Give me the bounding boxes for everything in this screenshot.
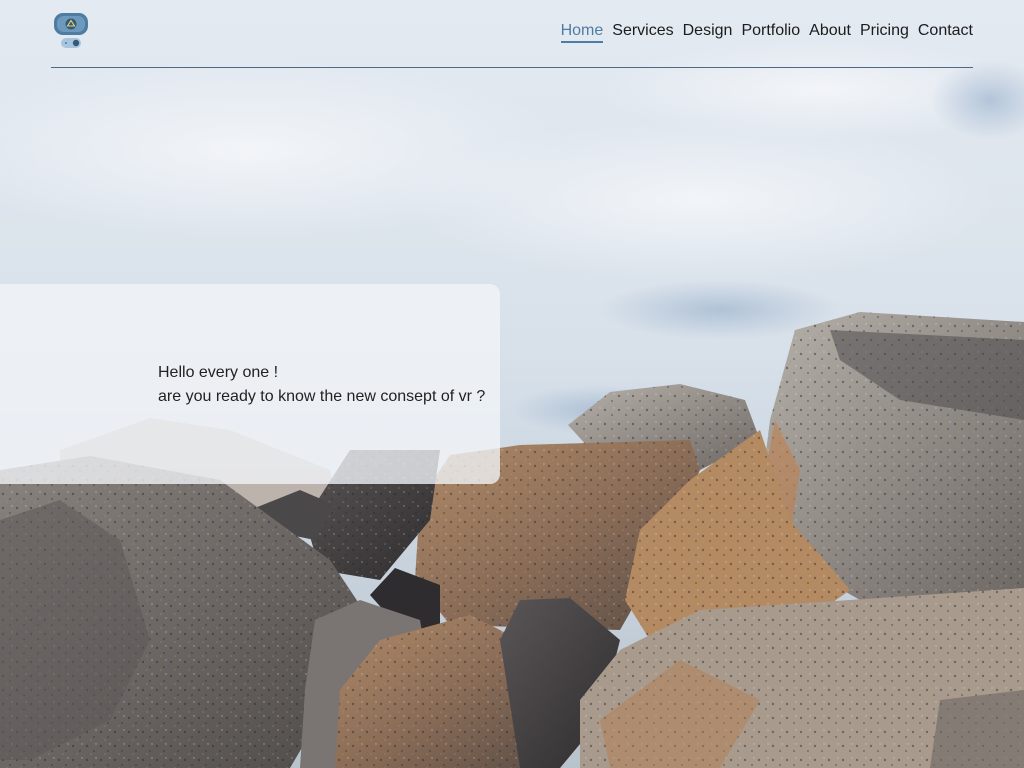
- hero-text: Hello every one ! are you ready to know …: [158, 361, 485, 409]
- nav-item-portfolio[interactable]: Portfolio: [741, 22, 800, 43]
- nav-item-home[interactable]: Home: [560, 22, 604, 43]
- nav-item-design[interactable]: Design: [683, 22, 733, 43]
- nav-item-contact[interactable]: Contact: [918, 22, 973, 43]
- hero-card: Hello every one ! are you ready to know …: [0, 284, 500, 484]
- site-header: Home Services Design Portfolio About Pri…: [51, 0, 973, 68]
- hero-greeting: Hello every one !: [158, 364, 279, 381]
- nav-item-services[interactable]: Services: [612, 22, 673, 43]
- main-nav: Home Services Design Portfolio About Pri…: [560, 22, 973, 43]
- page: Home Services Design Portfolio About Pri…: [0, 0, 1024, 768]
- nav-item-pricing[interactable]: Pricing: [860, 22, 909, 43]
- hero-question: are you ready to know the new consept of…: [158, 388, 486, 405]
- vr-headset-icon[interactable]: [53, 12, 89, 50]
- nav-item-about[interactable]: About: [809, 22, 851, 43]
